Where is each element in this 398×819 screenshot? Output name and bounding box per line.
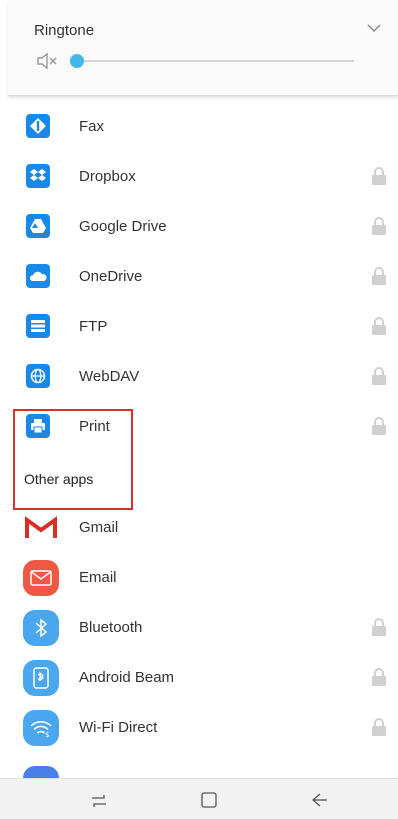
list-item-label: Wi-Fi Direct [79, 719, 158, 736]
list-item-label: Google Drive [79, 218, 167, 235]
gmail-icon [23, 510, 59, 546]
list-item-onedrive[interactable]: OneDrive [8, 252, 398, 302]
list-item-bluetooth[interactable]: Bluetooth [8, 603, 398, 653]
list-item-google-drive[interactable]: Google Drive [8, 202, 398, 252]
lock-icon [372, 167, 386, 185]
android-beam-icon [23, 660, 59, 696]
svg-text:$: $ [45, 731, 49, 738]
recents-icon[interactable] [88, 789, 110, 811]
back-icon[interactable] [308, 789, 330, 811]
list-item-label: Email [79, 569, 117, 586]
list-item-ftp[interactable]: FTP [8, 302, 398, 352]
ftp-icon [26, 314, 50, 338]
list-item-label: Dropbox [79, 168, 136, 185]
google-drive-icon [26, 214, 50, 238]
lock-icon [372, 718, 386, 736]
fax-icon [26, 114, 50, 138]
email-icon [23, 560, 59, 596]
volume-panel: Ringtone [8, 0, 398, 96]
highlight-box [13, 409, 133, 510]
list-item-gmail[interactable]: Gmail [8, 503, 398, 553]
lock-icon [372, 417, 386, 435]
list-item-label: Android Beam [79, 669, 175, 686]
bluetooth-icon [23, 610, 59, 646]
list-item-label: FTP [79, 318, 108, 335]
list-item-dropbox[interactable]: Dropbox [8, 152, 398, 202]
lock-icon [372, 668, 386, 686]
list-item-webdav[interactable]: WebDAV [8, 352, 398, 402]
navigation-bar [0, 778, 398, 819]
volume-title: Ringtone [34, 22, 95, 39]
lock-icon [372, 367, 386, 385]
list-item-wifi-direct[interactable]: $ Wi-Fi Direct [8, 703, 398, 753]
chevron-down-icon[interactable] [366, 20, 382, 36]
list-item-email[interactable]: Email [8, 553, 398, 603]
onedrive-icon [26, 264, 50, 288]
list-item-fax[interactable]: Fax [8, 102, 398, 152]
wifi-direct-icon: $ [23, 710, 59, 746]
volume-slider-thumb[interactable] [70, 54, 84, 68]
volume-slider-track[interactable] [78, 60, 354, 62]
lock-icon [372, 217, 386, 235]
list-item-label: OneDrive [79, 268, 143, 285]
list-item-label: Fax [79, 118, 105, 135]
webdav-icon [26, 364, 50, 388]
list-item-android-beam[interactable]: Android Beam [8, 653, 398, 703]
mute-icon[interactable] [36, 51, 58, 71]
lock-icon [372, 317, 386, 335]
lock-icon [372, 618, 386, 636]
lock-icon [372, 267, 386, 285]
home-icon[interactable] [198, 789, 220, 811]
list-item-label: WebDAV [79, 368, 140, 385]
list-item-partial[interactable] [8, 760, 398, 780]
dropbox-icon [26, 164, 50, 188]
list-item-label: Gmail [79, 519, 119, 536]
list-item-label: Bluetooth [79, 619, 143, 636]
